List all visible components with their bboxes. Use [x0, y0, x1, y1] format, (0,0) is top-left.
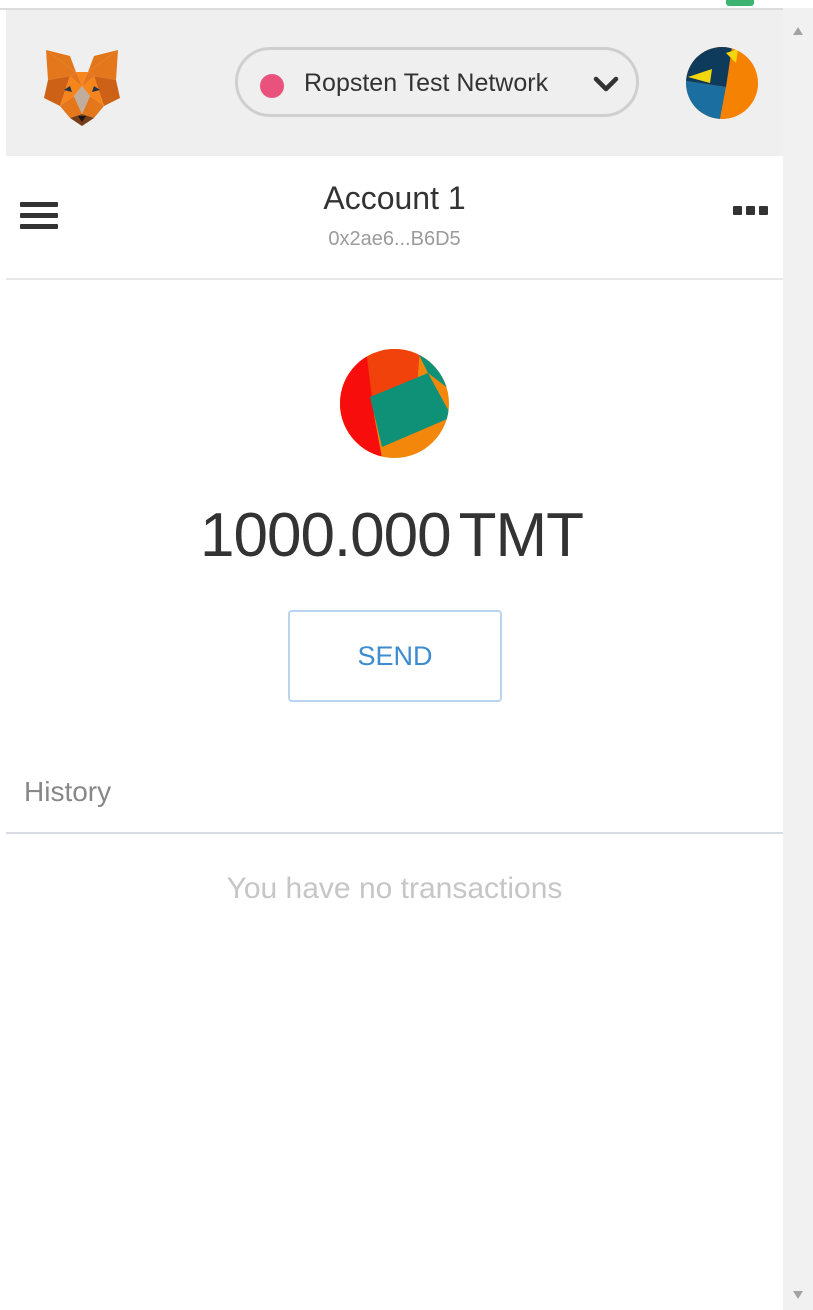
send-button[interactable]: SEND [288, 610, 502, 702]
metamask-fox-icon[interactable] [40, 46, 124, 130]
history-heading: History [24, 776, 112, 807]
network-status-dot-icon [260, 74, 284, 98]
balance-symbol: TMT [458, 501, 584, 570]
scroll-down-arrow-icon[interactable] [792, 1290, 804, 1300]
balance-amount: 1000.000 [200, 501, 452, 570]
more-options-icon[interactable] [731, 206, 771, 218]
token-balance: 1000.000 TMT [0, 500, 783, 571]
empty-transactions-message: You have no transactions [226, 872, 563, 905]
window-top-edge [0, 0, 783, 10]
app-header: Ropsten Test Network [6, 10, 783, 156]
account-bar: Account 1 0x2ae6...B6D5 [6, 156, 783, 280]
vertical-scrollbar[interactable] [783, 8, 813, 1310]
wallet-popup: Ropsten Test Network Account 1 0x2ae6...… [0, 0, 813, 1310]
chevron-down-icon [593, 76, 619, 92]
account-identicon[interactable] [686, 47, 758, 119]
scroll-up-arrow-icon[interactable] [792, 26, 804, 36]
network-selector[interactable]: Ropsten Test Network [235, 47, 639, 117]
network-name: Ropsten Test Network [304, 69, 549, 97]
history-divider [6, 832, 783, 834]
token-identicon [340, 349, 449, 458]
account-address[interactable]: 0x2ae6...B6D5 [6, 228, 783, 251]
extension-indicator [726, 0, 754, 6]
account-name[interactable]: Account 1 [6, 180, 783, 217]
